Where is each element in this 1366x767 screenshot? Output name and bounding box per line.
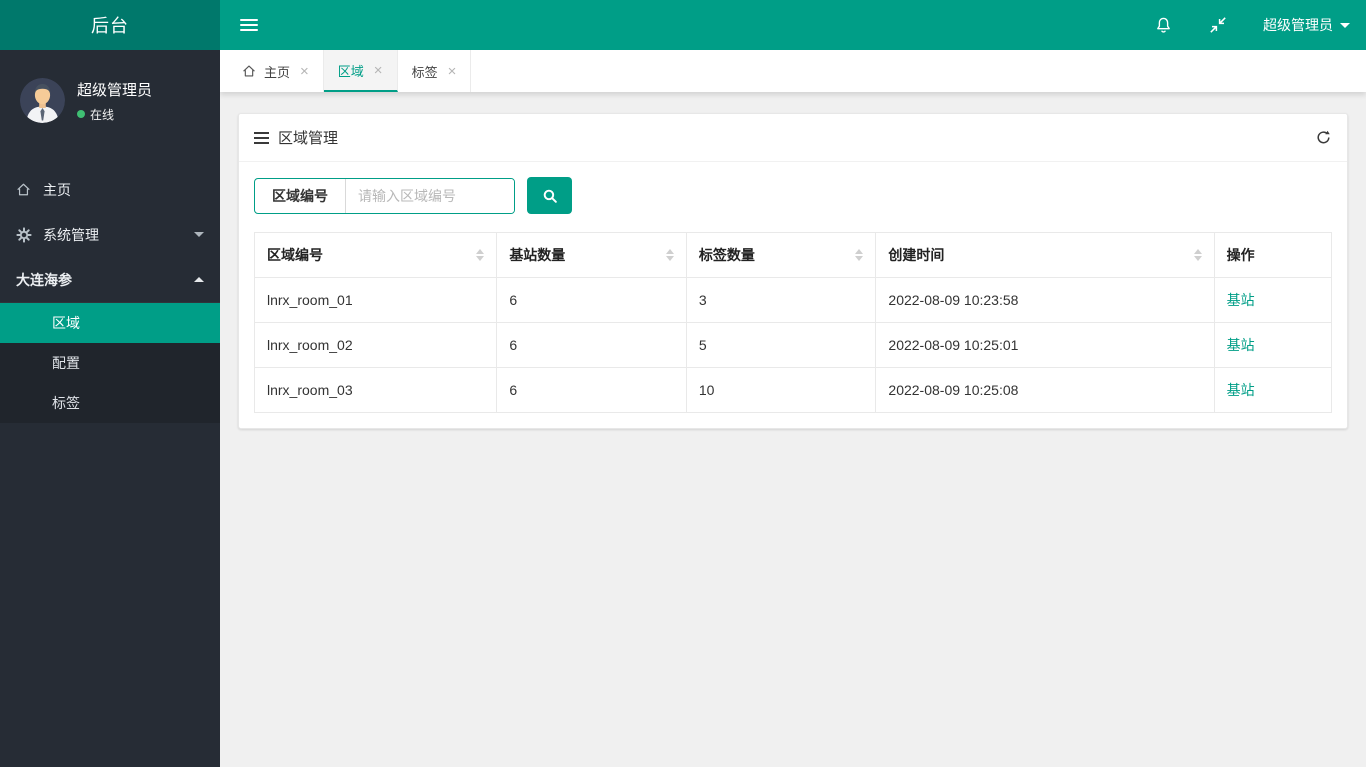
home-icon bbox=[16, 182, 43, 197]
avatar bbox=[20, 78, 65, 123]
panel-title: 区域管理 bbox=[278, 130, 339, 147]
tab-label: 主页 bbox=[264, 64, 291, 80]
tab-home[interactable]: 主页 × bbox=[228, 50, 324, 92]
online-status-label: 在线 bbox=[90, 107, 115, 122]
user-dropdown-label: 超级管理员 bbox=[1263, 17, 1333, 33]
sidebar-item-label: 大连海参 bbox=[16, 271, 72, 288]
column-header-tag-count[interactable]: 标签数量 bbox=[685, 232, 877, 278]
search-group: 区域编号 bbox=[254, 177, 515, 214]
region-management-panel: 区域管理 区域编号 请输入区域编号 区域编号 基站数量 标签数量 创建时间 操作… bbox=[238, 113, 1348, 429]
sidebar-subitem-label: 标签 bbox=[52, 395, 80, 411]
table-row: lnrx_room_01 6 3 2022-08-09 10:23:58 基站 bbox=[253, 277, 1333, 323]
table-row: lnrx_room_02 6 5 2022-08-09 10:25:01 基站 bbox=[253, 322, 1333, 368]
search-icon bbox=[543, 189, 557, 203]
search-button[interactable] bbox=[527, 177, 572, 214]
cell-tag-count: 3 bbox=[685, 277, 877, 323]
tab-region[interactable]: 区域 × bbox=[323, 50, 398, 92]
gear-icon bbox=[16, 226, 43, 243]
sidebar-item-system-management[interactable]: 系统管理 bbox=[0, 212, 220, 257]
chevron-down-icon bbox=[1340, 22, 1350, 28]
tab-label: 区域 bbox=[337, 63, 364, 79]
bell-icon bbox=[1157, 17, 1170, 33]
tab-tags[interactable]: 标签 × bbox=[398, 50, 472, 92]
sidebar-item-home[interactable]: 主页 bbox=[0, 167, 220, 212]
sidebar-subitem-config[interactable]: 配置 bbox=[0, 343, 220, 383]
chevron-up-icon bbox=[194, 277, 204, 282]
cell-tag-count: 10 bbox=[685, 367, 877, 413]
tab-label: 标签 bbox=[411, 64, 438, 80]
sidebar-item-dalian-project[interactable]: 大连海参 bbox=[0, 257, 220, 302]
cell-region-id: lnrx_room_01 bbox=[253, 277, 498, 323]
table-row: lnrx_room_03 6 10 2022-08-09 10:25:08 基站 bbox=[253, 367, 1333, 413]
refresh-icon bbox=[1317, 130, 1330, 144]
sidebar-menu: 主页 系统管理 大连海参 区域 配置 标签 bbox=[0, 167, 220, 423]
top-header: 后台 超级管理员 bbox=[0, 0, 1366, 50]
sidebar: 超级管理员 在线 主页 系统管理 大连海参 区域 配置 标签 bbox=[0, 50, 220, 767]
close-icon[interactable]: × bbox=[300, 64, 309, 79]
search-row: 区域编号 bbox=[254, 177, 1332, 214]
sidebar-user-panel: 超级管理员 在线 bbox=[0, 50, 220, 153]
column-header-station-count[interactable]: 基站数量 bbox=[496, 232, 687, 278]
fullscreen-toggle-button[interactable] bbox=[1209, 16, 1227, 34]
column-header-created-at[interactable]: 创建时间 bbox=[875, 232, 1215, 278]
app-logo[interactable]: 后台 bbox=[0, 0, 220, 50]
user-dropdown[interactable]: 超级管理员 bbox=[1263, 15, 1350, 35]
sidebar-user-name: 超级管理员 bbox=[77, 81, 153, 99]
sidebar-toggle-icon bbox=[240, 19, 258, 21]
close-icon[interactable]: × bbox=[448, 64, 457, 79]
sidebar-subitem-label: 区域 bbox=[52, 315, 80, 331]
region-id-search-input[interactable] bbox=[346, 178, 514, 213]
compress-icon bbox=[1210, 17, 1226, 33]
cell-station-count: 6 bbox=[496, 322, 687, 368]
sidebar-user-status: 在线 bbox=[77, 106, 152, 123]
sidebar-item-label: 主页 bbox=[43, 181, 71, 198]
cell-created-at: 2022-08-09 10:25:01 bbox=[875, 322, 1215, 368]
column-header-actions: 操作 bbox=[1213, 232, 1333, 278]
tab-bar: 主页 × 区域 × 标签 × bbox=[220, 50, 1366, 92]
sidebar-item-label: 系统管理 bbox=[43, 226, 99, 243]
sidebar-subitem-region[interactable]: 区域 bbox=[0, 303, 220, 343]
content-area: 区域管理 区域编号 请输入区域编号 区域编号 基站数量 标签数量 创建时间 操作… bbox=[220, 92, 1366, 450]
region-table: 区域编号 基站数量 标签数量 创建时间 操作 lnrx_room_01 6 3 … bbox=[253, 232, 1333, 413]
table-header-row: 区域编号 基站数量 标签数量 创建时间 操作 bbox=[253, 232, 1333, 278]
close-icon[interactable]: × bbox=[374, 63, 383, 78]
list-icon bbox=[254, 131, 269, 144]
sidebar-user-info: 超级管理员 在线 bbox=[77, 79, 152, 123]
sort-icon[interactable] bbox=[658, 249, 674, 261]
search-field-label: 区域编号 bbox=[255, 178, 346, 213]
sort-icon[interactable] bbox=[847, 249, 864, 261]
column-header-region-id[interactable]: 区域编号 bbox=[253, 232, 498, 278]
cell-created-at: 2022-08-09 10:23:58 bbox=[875, 277, 1215, 323]
cell-region-id: lnrx_room_03 bbox=[253, 367, 498, 413]
cell-region-id: lnrx_room_02 bbox=[253, 322, 498, 368]
cell-station-count: 6 bbox=[496, 277, 687, 323]
main-area: 主页 × 区域 × 标签 × 区域管理 区域编号 请输入区域编号 区域编号 基站… bbox=[220, 50, 1366, 767]
navbar-right: 超级管理员 bbox=[1154, 15, 1350, 35]
sort-icon[interactable] bbox=[1186, 249, 1202, 261]
admin-app: 后台 超级管理员 超级管理员 在线 主页 系统管理 大连海参 区域 配置 标签 … bbox=[0, 0, 1366, 767]
online-status-dot bbox=[77, 110, 85, 118]
panel-body: 区域编号 请输入区域编号 区域编号 基站数量 标签数量 创建时间 操作 lnrx… bbox=[239, 162, 1347, 428]
home-icon bbox=[242, 64, 256, 78]
refresh-button[interactable] bbox=[1315, 129, 1332, 146]
notifications-button[interactable] bbox=[1154, 16, 1173, 35]
chevron-down-icon bbox=[194, 232, 204, 237]
sidebar-submenu: 区域 配置 标签 bbox=[0, 302, 220, 423]
cell-created-at: 2022-08-09 10:25:08 bbox=[875, 367, 1215, 413]
sidebar-subitem-label: 配置 bbox=[52, 355, 80, 371]
sidebar-subitem-tags[interactable]: 标签 bbox=[0, 383, 220, 423]
panel-header: 区域管理 bbox=[239, 114, 1347, 162]
base-station-link[interactable]: 基站 bbox=[1227, 337, 1255, 353]
top-navbar: 超级管理员 bbox=[220, 0, 1366, 50]
sidebar-toggle-button[interactable] bbox=[236, 13, 262, 37]
base-station-link[interactable]: 基站 bbox=[1227, 292, 1255, 308]
cell-station-count: 6 bbox=[496, 367, 687, 413]
base-station-link[interactable]: 基站 bbox=[1227, 382, 1255, 398]
sort-icon[interactable] bbox=[468, 249, 485, 261]
cell-tag-count: 5 bbox=[685, 322, 877, 368]
